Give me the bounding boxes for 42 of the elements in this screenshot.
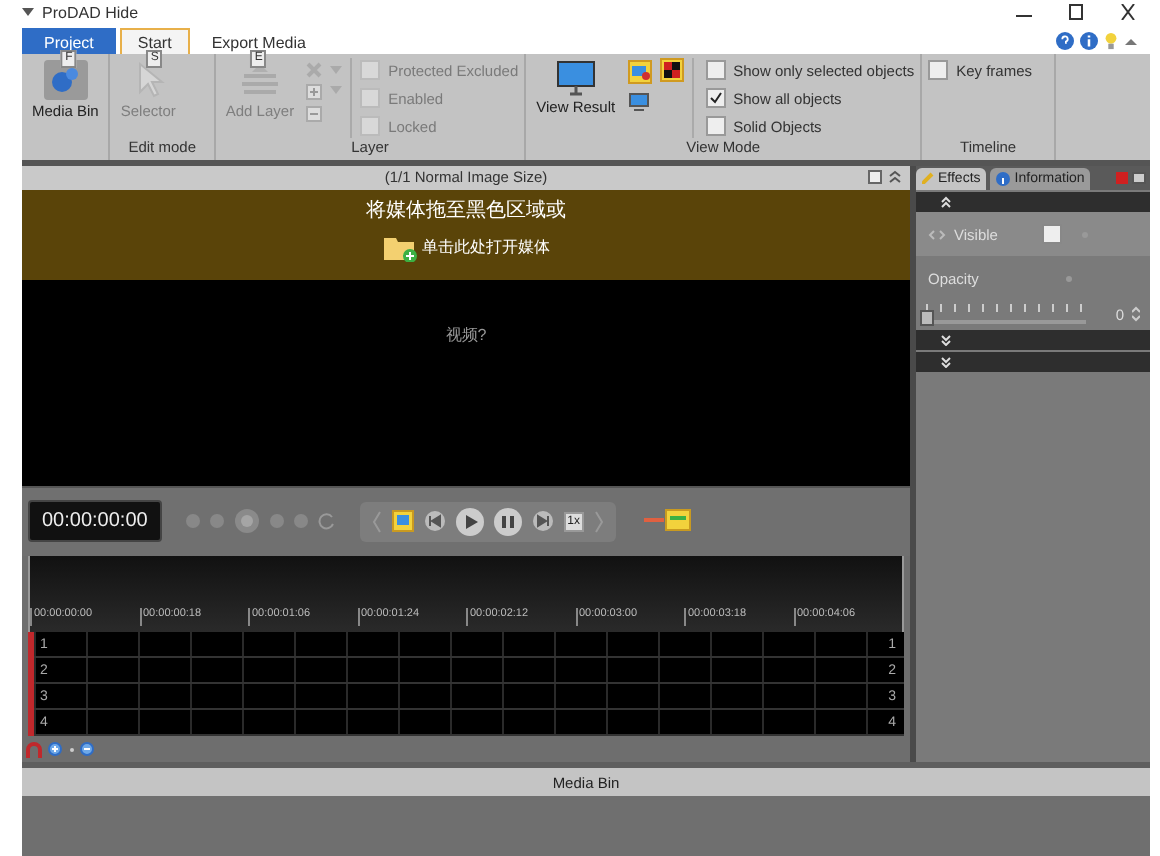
info-icon xyxy=(996,171,1011,185)
lightbulb-icon[interactable] xyxy=(1104,32,1118,50)
close-icon[interactable] xyxy=(1118,4,1138,20)
open-media-link[interactable]: 单击此处打开媒体 xyxy=(382,231,550,262)
plus-icon[interactable] xyxy=(306,84,323,100)
next-icon[interactable] xyxy=(531,510,554,533)
loop-icon[interactable] xyxy=(317,512,336,531)
pause-icon[interactable] xyxy=(493,507,522,536)
ribbon-tab[interactable]: Project xyxy=(22,28,116,54)
expand-arrows-icon[interactable] xyxy=(928,229,946,239)
zoom-out-icon[interactable] xyxy=(80,741,96,758)
media-bin-icon xyxy=(43,60,88,100)
info-icon[interactable] xyxy=(1080,32,1098,50)
drop-hint: 将媒体拖至黑色区域或 xyxy=(366,197,566,224)
timecode-display: 00:00:00:00 xyxy=(28,500,162,543)
spinner-icon[interactable] xyxy=(1132,306,1140,322)
marker-icon[interactable] xyxy=(643,507,692,536)
visible-checkbox[interactable] xyxy=(1041,224,1062,244)
window-icon[interactable] xyxy=(868,170,882,184)
help-icon[interactable] xyxy=(1056,32,1074,50)
video-hint: 视频? xyxy=(445,323,487,344)
ribbon-tab[interactable]: Start xyxy=(119,28,190,54)
record-icon[interactable] xyxy=(233,508,260,535)
previous-icon[interactable] xyxy=(423,510,446,533)
checkmark-icon xyxy=(709,92,722,104)
maximize-icon[interactable] xyxy=(1066,4,1086,20)
collapse-icon[interactable] xyxy=(1124,35,1138,47)
zoom-in-icon[interactable] xyxy=(48,741,64,758)
expand-icon[interactable] xyxy=(940,334,952,346)
minus-icon[interactable] xyxy=(306,106,323,122)
play-icon[interactable] xyxy=(455,507,484,536)
app-icon xyxy=(22,6,34,18)
monitor-icon xyxy=(555,60,596,96)
opacity-slider[interactable] xyxy=(926,304,1086,324)
expand-icon[interactable] xyxy=(940,356,952,368)
window-title: ProDAD Hide xyxy=(42,3,139,21)
monitor-icon[interactable] xyxy=(627,92,650,112)
ribbon-tab[interactable]: Export Media xyxy=(193,28,324,54)
collapse-icon[interactable] xyxy=(888,170,902,184)
repeat-icon[interactable] xyxy=(391,510,414,533)
color-swatch-icon[interactable] xyxy=(659,58,684,82)
window-icon[interactable] xyxy=(1132,172,1146,184)
